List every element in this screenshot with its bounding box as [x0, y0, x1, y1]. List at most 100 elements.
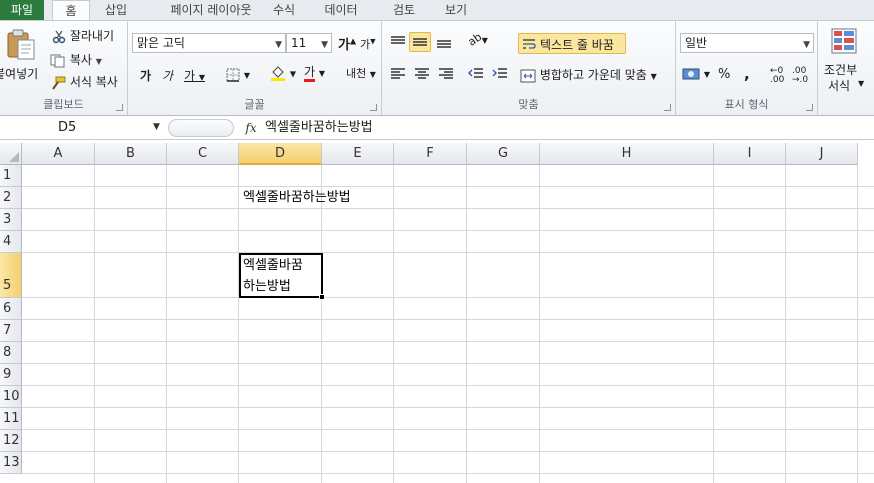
column-header-C[interactable]: C — [167, 143, 239, 165]
align-left-icon[interactable] — [390, 67, 406, 81]
number-group: 일반 ▼ ▼ % , ←0.00 .00 →.0 표시 형식 — [676, 21, 818, 115]
conditional-formatting-button[interactable]: 조건부 서식 ▼ — [822, 25, 868, 95]
fill-color-button[interactable]: ▼ — [270, 65, 296, 81]
row-header-3[interactable]: 3 — [0, 209, 22, 231]
percent-style-button[interactable]: % — [718, 67, 730, 82]
italic-button[interactable]: 가 — [162, 67, 173, 84]
row-header-7[interactable]: 7 — [0, 320, 22, 342]
name-box[interactable]: D5 — [2, 118, 164, 138]
copy-dropdown-icon[interactable]: ▼ — [96, 57, 102, 66]
conditional-formatting-dropdown-icon[interactable]: ▼ — [858, 79, 864, 88]
underline-dropdown-icon[interactable]: ▼ — [199, 73, 205, 82]
orientation-button[interactable]: ab▼ — [465, 30, 488, 49]
number-dialog-launcher[interactable] — [806, 104, 813, 111]
column-header-A[interactable]: A — [22, 143, 95, 165]
fill-color-dropdown-icon[interactable]: ▼ — [290, 70, 296, 79]
paste-button[interactable]: 붙여넣기 — [0, 25, 40, 81]
font-size-combo[interactable]: 11 ▼ — [286, 33, 332, 53]
orientation-icon: ab — [465, 30, 485, 49]
copy-label: 복사 — [69, 53, 92, 67]
tab-page-layout[interactable]: 페이지 레이아웃 — [146, 0, 276, 20]
copy-button[interactable]: 복사 ▼ — [50, 51, 102, 68]
row-header-9[interactable]: 9 — [0, 364, 22, 386]
wrap-text-button[interactable]: 텍스트 줄 바꿈 — [518, 33, 626, 54]
shrink-font-button[interactable]: 가▼ — [360, 36, 376, 52]
row-header-12[interactable]: 12 — [0, 430, 22, 452]
formula-input[interactable]: 엑셀줄바꿈하는방법 — [265, 118, 373, 138]
merge-center-dropdown-icon[interactable]: ▼ — [651, 72, 657, 81]
borders-dropdown-icon[interactable]: ▼ — [244, 71, 250, 80]
decrease-decimal-button[interactable]: .00 →.0 — [792, 67, 808, 85]
number-format-combo[interactable]: 일반 ▼ — [680, 33, 814, 53]
decrease-indent-icon[interactable] — [468, 67, 484, 81]
align-right-icon[interactable] — [438, 67, 454, 81]
grow-font-button[interactable]: 가▲ — [338, 34, 356, 53]
tab-insert[interactable]: 삽입 — [94, 0, 138, 20]
align-bottom-icon[interactable] — [436, 35, 452, 49]
row-header-11[interactable]: 11 — [0, 408, 22, 430]
column-header-H[interactable]: H — [540, 143, 714, 165]
underline-button[interactable]: 가 ▼ — [184, 67, 205, 84]
number-format-value: 일반 — [685, 36, 708, 50]
comma-style-button[interactable]: , — [744, 65, 750, 83]
bold-button[interactable]: 가 — [140, 67, 151, 84]
font-name-dropdown-icon[interactable]: ▼ — [275, 36, 282, 54]
row-header-6[interactable]: 6 — [0, 298, 22, 320]
name-box-dropdown-icon[interactable]: ▼ — [153, 122, 160, 132]
scissors-icon — [52, 30, 66, 43]
column-header-J[interactable]: J — [786, 143, 858, 165]
tab-formulas[interactable]: 수식 — [262, 0, 306, 20]
clipboard-dialog-launcher[interactable] — [116, 104, 123, 111]
row-header-2[interactable]: 2 — [0, 187, 22, 209]
worksheet-grid[interactable]: ABCDEFGHIJ 1 2 3 4 5 6 7 8 9 10 11 12 13 엑셀줄바꿈하는방법 엑… — [0, 143, 874, 483]
phonetic-dropdown-icon[interactable]: ▼ — [370, 70, 376, 79]
align-top-icon[interactable] — [390, 35, 406, 49]
cell-gridlines — [22, 165, 874, 483]
column-header-D[interactable]: D — [239, 143, 322, 165]
select-all-corner[interactable] — [0, 143, 22, 165]
number-format-dropdown-icon[interactable]: ▼ — [803, 36, 810, 54]
cell-D2[interactable]: 엑셀줄바꿈하는방법 — [243, 187, 351, 209]
row-header-10[interactable]: 10 — [0, 386, 22, 408]
row-header-5[interactable]: 5 — [0, 253, 22, 298]
font-color-dropdown-icon[interactable]: ▼ — [319, 69, 325, 78]
fill-handle[interactable] — [319, 294, 325, 300]
tab-file[interactable]: 파일 — [0, 0, 44, 20]
column-header-I[interactable]: I — [714, 143, 786, 165]
column-header-B[interactable]: B — [95, 143, 167, 165]
font-name-combo[interactable]: 맑은 고딕 ▼ — [132, 33, 286, 53]
tab-view[interactable]: 보기 — [434, 0, 478, 20]
align-center-icon[interactable] — [414, 67, 430, 81]
font-size-dropdown-icon[interactable]: ▼ — [321, 36, 328, 54]
accounting-format-button[interactable]: ▼ — [682, 66, 710, 81]
wrap-text-icon — [523, 39, 536, 49]
cut-button[interactable]: 잘라내기 — [52, 27, 114, 44]
column-header-F[interactable]: F — [394, 143, 467, 165]
paste-label: 붙여넣기 — [0, 67, 39, 81]
tab-data[interactable]: 데이터 — [312, 0, 370, 20]
column-header-G[interactable]: G — [467, 143, 540, 165]
insert-function-button[interactable]: fx — [240, 118, 262, 138]
increase-indent-icon[interactable] — [492, 67, 508, 81]
merge-center-button[interactable]: 병합하고 가운데 맞춤 ▼ — [520, 66, 657, 83]
active-cell-D5[interactable]: 엑셀줄바꿈 하는방법 — [239, 253, 323, 298]
increase-decimal-button[interactable]: ←0.00 — [770, 67, 784, 85]
formula-bar-divider-handle[interactable] — [168, 119, 234, 137]
font-dialog-launcher[interactable] — [370, 104, 377, 111]
conditional-formatting-label-2: 서식 — [828, 79, 851, 93]
tab-home[interactable]: 홈 — [52, 0, 90, 21]
row-header-13[interactable]: 13 — [0, 452, 22, 474]
alignment-dialog-launcher[interactable] — [664, 104, 671, 111]
align-middle-button[interactable] — [409, 32, 431, 52]
borders-button[interactable]: ▼ — [226, 67, 250, 82]
column-header-E[interactable]: E — [322, 143, 394, 165]
row-header-4[interactable]: 4 — [0, 231, 22, 253]
tab-review[interactable]: 검토 — [382, 0, 426, 20]
phonetic-button[interactable]: 내천 ▼ — [346, 65, 376, 81]
row-header-1[interactable]: 1 — [0, 165, 22, 187]
accounting-dropdown-icon[interactable]: ▼ — [704, 70, 710, 79]
wrap-text-label: 텍스트 줄 바꿈 — [540, 38, 614, 52]
font-color-button[interactable]: 가 ▼ — [304, 65, 325, 82]
format-painter-button[interactable]: 서식 복사 — [50, 73, 118, 90]
row-header-8[interactable]: 8 — [0, 342, 22, 364]
